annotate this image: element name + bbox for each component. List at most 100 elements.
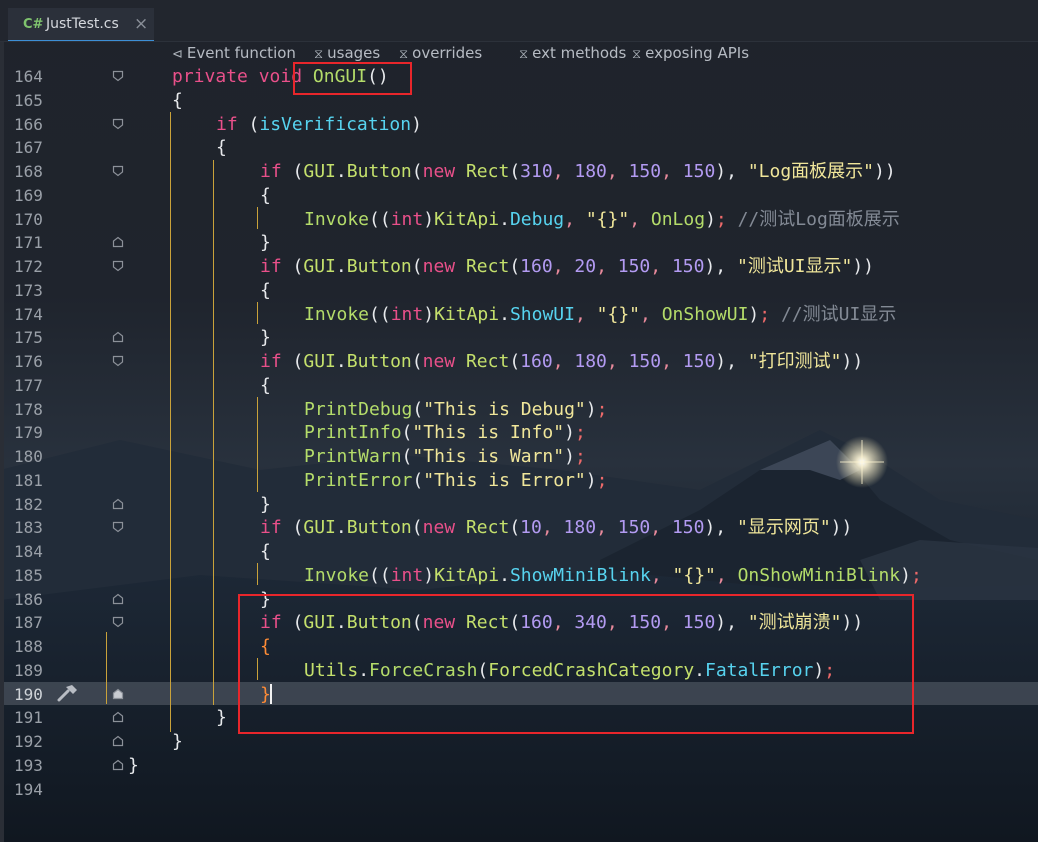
fold-open-icon[interactable] <box>112 521 124 533</box>
code-token-plain: (( <box>369 304 391 325</box>
line-number: 186 <box>14 590 43 609</box>
code-token-dot: . <box>335 161 347 182</box>
code-line[interactable]: PrintWarn("This is Warn"); <box>304 445 586 468</box>
line-number: 166 <box>14 115 43 134</box>
code-line[interactable]: } <box>172 730 183 753</box>
code-token-type: GUI <box>303 351 336 372</box>
code-line[interactable]: if (GUI.Button(new Rect(10, 180, 150, 15… <box>260 516 852 539</box>
hourglass-icon: ⧖ <box>314 47 324 62</box>
code-token-fn: Invoke <box>304 304 370 325</box>
line-number: 165 <box>14 91 43 110</box>
fold-close-icon[interactable] <box>112 759 124 771</box>
code-token-type: Rect <box>465 256 510 277</box>
code-token-type: Button <box>346 517 412 538</box>
code-line[interactable]: if (GUI.Button(new Rect(160, 180, 150, 1… <box>260 350 863 373</box>
hint-overrides[interactable]: ⧖ overrides <box>399 44 482 62</box>
code-line[interactable]: { <box>216 136 227 159</box>
fold-close-icon[interactable] <box>112 711 124 723</box>
code-token-plain: ( <box>281 351 304 372</box>
code-token-plain: ( <box>411 517 423 538</box>
code-line[interactable]: PrintError("This is Error"); <box>304 469 607 492</box>
code-token-str: "测试UI显示" <box>736 256 853 277</box>
close-icon[interactable]: × <box>134 14 148 34</box>
code-token-comma: , <box>606 161 629 182</box>
code-line[interactable]: } <box>216 706 227 729</box>
fold-close-icon[interactable] <box>112 331 124 343</box>
code-token-num: 20 <box>574 256 597 277</box>
gutter-edge <box>0 42 4 842</box>
line-number: 178 <box>14 400 43 419</box>
fold-close-icon[interactable] <box>112 735 124 747</box>
hourglass-icon: ⧖ <box>519 47 529 62</box>
code-token-dot: . <box>335 351 347 372</box>
code-token-fn: Invoke <box>304 565 370 586</box>
code-line[interactable]: Invoke((int)KitApi.Debug, "{}", OnLog); … <box>304 208 900 231</box>
code-line[interactable]: PrintInfo("This is Info"); <box>304 421 586 444</box>
code-token-punc: } <box>260 232 271 253</box>
hammer-icon[interactable] <box>57 684 79 702</box>
code-token-semi: ; <box>715 209 727 230</box>
code-token-plain: ( <box>509 517 521 538</box>
code-line[interactable]: } <box>260 326 271 349</box>
code-line[interactable]: { <box>260 374 271 397</box>
code-line[interactable]: Invoke((int)KitApi.ShowUI, "{}", OnShowU… <box>304 303 896 326</box>
code-token-type: KitApi <box>434 565 500 586</box>
code-token-punc: { <box>260 280 271 301</box>
tab-justtest-cs[interactable]: C# JustTest.cs × <box>8 8 154 42</box>
code-token-kw: new <box>422 517 456 538</box>
code-token-fn: PrintWarn <box>304 446 402 467</box>
code-token-plain: )) <box>874 161 896 182</box>
code-token-kw: new <box>422 161 456 182</box>
code-line[interactable]: if (isVerification) <box>216 113 422 136</box>
code-line[interactable]: Invoke((int)KitApi.ShowMiniBlink, "{}", … <box>304 564 922 587</box>
code-line[interactable]: } <box>128 754 139 777</box>
line-number: 185 <box>14 566 43 585</box>
fold-open-icon[interactable] <box>112 118 124 130</box>
hourglass-icon: ⧖ <box>632 47 642 62</box>
hint-usages[interactable]: ⧖ usages <box>314 44 380 62</box>
line-number: 170 <box>14 210 43 229</box>
hint-label: overrides <box>412 44 483 62</box>
code-line[interactable]: PrintDebug("This is Debug"); <box>304 398 607 421</box>
line-number: 183 <box>14 518 43 537</box>
code-line[interactable]: { <box>260 540 271 563</box>
fold-close-icon[interactable] <box>112 236 124 248</box>
code-token-comma: , <box>661 161 683 182</box>
fold-open-icon[interactable] <box>112 70 124 82</box>
code-token-comma: , <box>715 565 738 586</box>
code-line[interactable]: if (GUI.Button(new Rect(310, 180, 150, 1… <box>260 160 896 183</box>
fold-close-icon[interactable] <box>112 593 124 605</box>
code-line[interactable]: } <box>260 231 271 254</box>
code-line[interactable]: { <box>260 279 271 302</box>
code-token-comma: , <box>629 209 651 230</box>
code-token-plain: ) <box>564 422 575 443</box>
code-line[interactable]: { <box>260 184 271 207</box>
code-token-plain: ( <box>411 351 423 372</box>
line-number: 188 <box>14 637 43 656</box>
code-token-dot: . <box>499 304 510 325</box>
code-token-dot: . <box>335 517 347 538</box>
fold-open-icon[interactable] <box>112 165 124 177</box>
code-token-plain: ( <box>411 256 423 277</box>
line-number: 182 <box>14 495 43 514</box>
hint-exposing-apis[interactable]: ⧖ exposing APIs <box>632 44 749 62</box>
code-line[interactable]: } <box>260 493 271 516</box>
hint-event-function[interactable]: ⊲ Event function <box>172 44 296 62</box>
code-token-type: GUI <box>303 256 336 277</box>
hint-ext-methods[interactable]: ⧖ ext methods <box>519 44 626 62</box>
code-token-semi: ; <box>574 422 586 443</box>
code-line[interactable]: if (GUI.Button(new Rect(160, 20, 150, 15… <box>260 255 874 278</box>
code-token-num: 150 <box>628 161 662 182</box>
fold-open-icon[interactable] <box>112 260 124 272</box>
tab-filename: JustTest.cs <box>46 16 119 32</box>
line-number: 164 <box>14 67 43 86</box>
code-token-type: GUI <box>303 517 336 538</box>
code-token-comma: , <box>541 517 564 538</box>
fold-close-icon[interactable] <box>112 498 124 510</box>
fold-open-icon[interactable] <box>112 355 124 367</box>
code-token-comment: //测试UI显示 <box>780 304 897 325</box>
line-number: 172 <box>14 257 43 276</box>
code-line[interactable]: { <box>172 89 183 112</box>
fold-open-icon[interactable] <box>112 616 124 628</box>
fold-close-icon[interactable] <box>112 688 124 700</box>
